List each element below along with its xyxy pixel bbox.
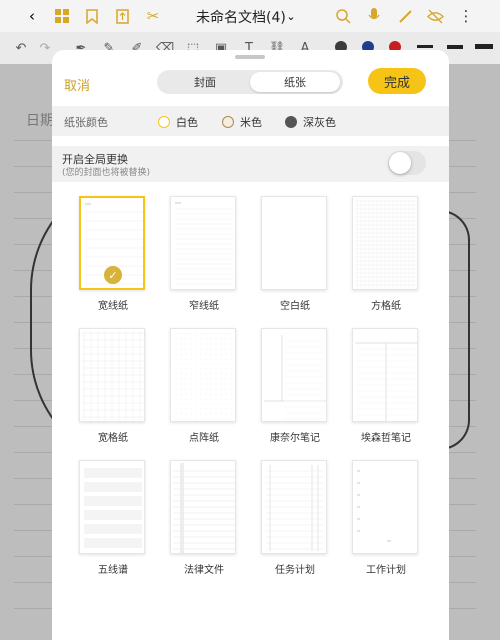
template-label: 任务计划 <box>275 565 315 576</box>
global-replace-toggle[interactable] <box>388 151 426 175</box>
eye-off-icon[interactable] <box>425 6 445 26</box>
paper-color-beige-label: 米色 <box>240 116 262 129</box>
paper-color-row: 纸张颜色 白色 米色 深灰色 <box>52 106 449 136</box>
paper-color-white[interactable]: 白色 <box>158 114 198 130</box>
template-label: 点阵纸 <box>189 433 219 444</box>
template-wide-ruled[interactable]: ✓ 宽线纸 <box>79 196 147 312</box>
redo-icon[interactable]: ↷ <box>36 39 54 57</box>
template-thumbnail[interactable] <box>79 328 145 422</box>
template-thumbnail[interactable] <box>170 196 236 290</box>
export-icon[interactable] <box>112 6 132 26</box>
paper-color-label: 纸张颜色 <box>64 116 108 129</box>
template-thumbnail[interactable] <box>352 328 418 422</box>
template-thumbnail[interactable]: ✓ <box>79 196 145 290</box>
more-icon[interactable]: ⋮ <box>456 6 476 26</box>
template-thumbnail[interactable] <box>261 460 327 554</box>
tab-cover[interactable]: 封面 <box>160 72 250 92</box>
template-label: 空白纸 <box>280 301 310 312</box>
template-cornell[interactable]: 康奈尔笔记 <box>261 328 329 444</box>
sheet-grabber[interactable] <box>235 55 265 59</box>
paper-color-dark-gray[interactable]: 深灰色 <box>285 114 336 130</box>
template-label: 五线谱 <box>98 565 128 576</box>
date-label: 日期 <box>26 113 54 129</box>
template-task-plan[interactable]: 任务计划 <box>261 460 329 576</box>
radio-icon <box>222 116 234 128</box>
template-work-plan[interactable]: 工作计划 <box>352 460 420 576</box>
paper-color-white-label: 白色 <box>176 116 198 129</box>
template-label: 窄线纸 <box>189 301 219 312</box>
undo-icon[interactable]: ↶ <box>12 39 30 57</box>
template-legal[interactable]: 法律文件 <box>170 460 238 576</box>
back-icon[interactable]: ‹ <box>22 6 42 26</box>
cover-paper-segmented-control: 封面 纸张 <box>157 70 343 94</box>
template-label: 工作计划 <box>366 565 406 576</box>
template-accenture[interactable]: 埃森哲笔记 <box>352 328 420 444</box>
top-bar: ‹ ✂ 未命名文档(4) ⌄ ⋮ <box>0 0 500 32</box>
tab-paper[interactable]: 纸张 <box>250 72 340 92</box>
template-thumbnail[interactable] <box>352 460 418 554</box>
template-label: 宽线纸 <box>98 301 128 312</box>
template-thumbnail[interactable] <box>352 196 418 290</box>
stroke-medium[interactable] <box>447 45 463 49</box>
template-label: 宽格纸 <box>98 433 128 444</box>
template-label: 法律文件 <box>184 565 224 576</box>
document-title[interactable]: 未命名文档(4) <box>196 7 286 27</box>
grid-icon[interactable] <box>52 6 72 26</box>
global-replace-subtitle: (您的封面也将被替换) <box>62 168 151 178</box>
stroke-thin[interactable] <box>417 45 433 48</box>
stroke-thick[interactable] <box>475 44 493 49</box>
template-staff[interactable]: 五线谱 <box>79 460 147 576</box>
template-thumbnail[interactable] <box>261 328 327 422</box>
paper-color-beige[interactable]: 米色 <box>222 114 262 130</box>
template-narrow-ruled[interactable]: 窄线纸 <box>170 196 238 312</box>
mic-icon[interactable] <box>364 6 384 26</box>
cancel-button[interactable]: 取消 <box>64 75 90 94</box>
paper-color-dark-gray-label: 深灰色 <box>303 116 336 129</box>
template-thumbnail[interactable] <box>79 460 145 554</box>
template-label: 埃森哲笔记 <box>361 433 411 444</box>
template-square-grid[interactable]: 方格纸 <box>352 196 420 312</box>
checkmark-icon: ✓ <box>104 266 122 284</box>
search-icon[interactable] <box>333 6 353 26</box>
template-wide-grid[interactable]: 宽格纸 <box>79 328 147 444</box>
radio-icon <box>158 116 170 128</box>
chevron-down-icon[interactable]: ⌄ <box>281 6 301 26</box>
toggle-knob <box>389 152 411 174</box>
template-dot-grid[interactable]: 点阵纸 <box>170 328 238 444</box>
scissors-icon[interactable]: ✂ <box>143 6 163 26</box>
template-thumbnail[interactable] <box>170 328 236 422</box>
bookmark-icon[interactable] <box>82 6 102 26</box>
template-thumbnail[interactable] <box>261 196 327 290</box>
pen-icon[interactable] <box>395 6 415 26</box>
done-button[interactable]: 完成 <box>368 68 426 94</box>
global-replace-row: 开启全局更换 (您的封面也将被替换) <box>52 146 449 182</box>
template-label: 方格纸 <box>371 301 401 312</box>
radio-icon <box>285 116 297 128</box>
template-label: 康奈尔笔记 <box>270 433 320 444</box>
paper-template-sheet: 取消 封面 纸张 完成 纸张颜色 白色 米色 深灰色 开启全局更换 (您的封面也… <box>52 50 449 640</box>
template-thumbnail[interactable] <box>170 460 236 554</box>
template-blank[interactable]: 空白纸 <box>261 196 329 312</box>
